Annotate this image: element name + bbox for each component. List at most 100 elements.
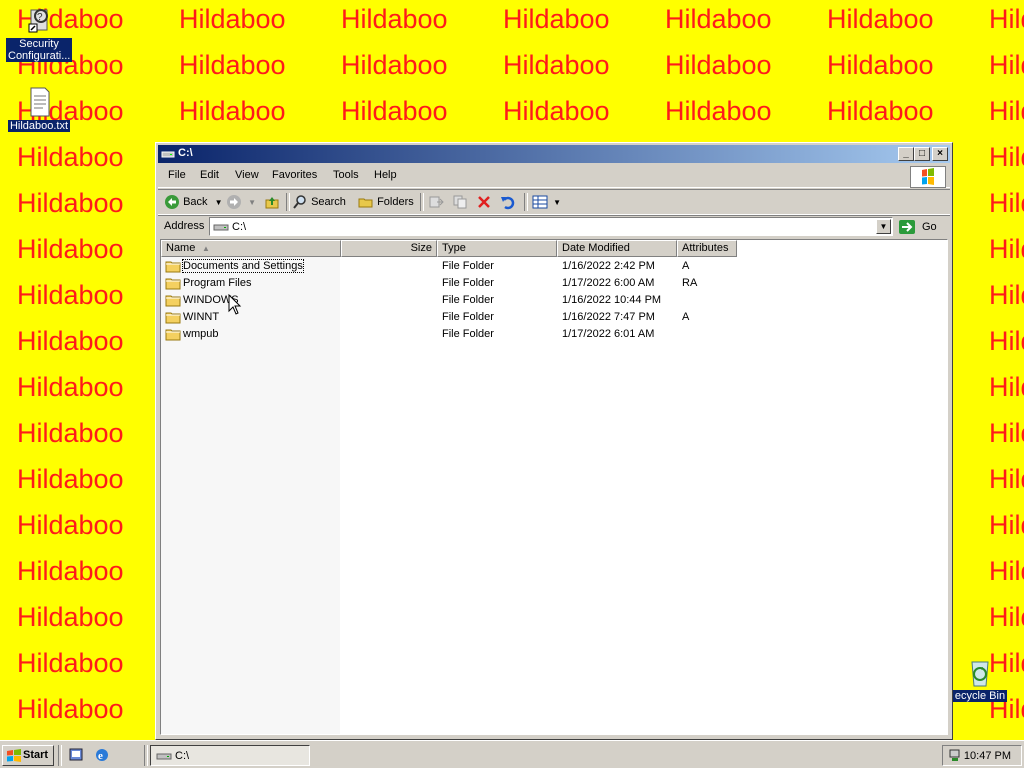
- taskbar: Start e C:\ 10:47 PM: [0, 740, 1024, 768]
- undo-icon: [501, 196, 515, 210]
- menu-help[interactable]: Help: [374, 169, 397, 181]
- wallpaper-text: Hildaboo: [17, 418, 124, 448]
- views-button[interactable]: ▼: [532, 193, 561, 211]
- folders-button[interactable]: Folders: [358, 193, 414, 211]
- menu-view[interactable]: View: [235, 169, 259, 181]
- file-date-modified: 1/16/2022 7:47 PM: [562, 311, 655, 323]
- file-type: File Folder: [442, 328, 494, 340]
- views-dropdown-icon[interactable]: ▼: [553, 198, 561, 207]
- menu-tools[interactable]: Tools: [333, 169, 359, 181]
- menu-edit[interactable]: Edit: [200, 169, 219, 181]
- file-date-modified: 1/17/2022 6:01 AM: [562, 328, 655, 340]
- folder-icon: [165, 278, 181, 290]
- search-button[interactable]: Search: [292, 193, 346, 211]
- file-name: Documents and Settings: [182, 259, 304, 273]
- file-name: Program Files: [183, 277, 252, 289]
- menu-bar: File Edit View Favorites Tools Help: [158, 165, 950, 188]
- wallpaper-text: Hildaboo: [827, 50, 934, 80]
- address-input[interactable]: C:\ ▼: [209, 217, 893, 236]
- clock[interactable]: 10:47 PM: [964, 750, 1011, 762]
- column-date-modified[interactable]: Date Modified: [557, 240, 677, 257]
- up-folder-button[interactable]: [264, 193, 280, 211]
- file-type: File Folder: [442, 260, 494, 272]
- menu-favorites[interactable]: Favorites: [272, 169, 317, 181]
- menu-file[interactable]: File: [168, 169, 186, 181]
- wallpaper-text: Hildaboo: [827, 4, 934, 34]
- search-icon: [293, 195, 306, 209]
- column-name[interactable]: Name ▲: [161, 240, 341, 257]
- undo-button[interactable]: [500, 193, 516, 211]
- desktop-icon-recycle-bin[interactable]: ecycle Bin: [950, 656, 1010, 702]
- folder-icon: [165, 261, 181, 273]
- wallpaper-text: Hildaboo: [989, 556, 1024, 586]
- desktop-icon-hildaboo-txt[interactable]: Hildaboo.txt: [3, 86, 75, 132]
- close-button[interactable]: ×: [932, 147, 948, 161]
- column-attributes[interactable]: Attributes: [677, 240, 737, 257]
- wallpaper-text: Hildaboo: [17, 556, 124, 586]
- windows-logo-icon: [910, 166, 946, 188]
- wallpaper-text: Hildaboo: [503, 96, 610, 126]
- file-row[interactable]: WINNT File Folder 1/16/2022 7:47 PM A: [161, 309, 947, 326]
- wallpaper-text: Hildaboo: [17, 510, 124, 540]
- delete-button[interactable]: [476, 193, 492, 211]
- file-list[interactable]: Name ▲ Size Type Date Modified Attribute…: [160, 239, 948, 735]
- quicklaunch-internet-explorer-icon[interactable]: e: [94, 747, 110, 766]
- move-to-icon: [429, 196, 444, 208]
- back-arrow-icon: [165, 195, 179, 210]
- wallpaper-text: Hildaboo: [17, 234, 124, 264]
- network-tray-icon[interactable]: [947, 747, 963, 763]
- window-title: C:\: [178, 147, 193, 159]
- wallpaper-text: Hildaboo: [989, 418, 1024, 448]
- column-size[interactable]: Size: [341, 240, 437, 257]
- wallpaper-text: Hildaboo: [989, 188, 1024, 218]
- back-button[interactable]: Back ▼: [164, 193, 223, 211]
- file-row[interactable]: WINDOWS File Folder 1/16/2022 10:44 PM: [161, 292, 947, 309]
- drive-icon: [161, 148, 175, 163]
- wallpaper-text: Hildaboo: [989, 234, 1024, 264]
- text-file-icon: [23, 86, 55, 118]
- move-to-button[interactable]: [428, 193, 444, 211]
- file-row[interactable]: Program Files File Folder 1/17/2022 6:00 A…: [161, 275, 947, 292]
- file-type: File Folder: [442, 294, 494, 306]
- mouse-cursor-icon: [228, 294, 242, 315]
- column-type[interactable]: Type: [437, 240, 557, 257]
- taskbar-button-c-drive[interactable]: C:\: [150, 745, 310, 766]
- wallpaper-text: Hildaboo: [17, 142, 124, 172]
- wallpaper-text: Hildaboo: [17, 464, 124, 494]
- file-row[interactable]: wmpub File Folder 1/17/2022 6:01 AM: [161, 326, 947, 343]
- wallpaper-text: Hildaboo: [989, 602, 1024, 632]
- folder-icon: [165, 295, 181, 307]
- address-dropdown-button[interactable]: ▼: [876, 219, 891, 234]
- file-type: File Folder: [442, 277, 494, 289]
- system-tray: 10:47 PM: [942, 745, 1022, 766]
- wallpaper-text: Hildaboo: [989, 372, 1024, 402]
- address-value: C:\: [232, 221, 247, 233]
- wallpaper-text: Hildaboo: [989, 96, 1024, 126]
- file-date-modified: 1/16/2022 2:42 PM: [562, 260, 655, 272]
- wallpaper-text: Hildaboo: [17, 694, 124, 724]
- go-button[interactable]: Go: [898, 218, 938, 236]
- wallpaper-text: Hildaboo: [179, 50, 286, 80]
- forward-dropdown-icon[interactable]: ▼: [248, 198, 256, 207]
- file-attributes: A: [682, 311, 690, 323]
- back-dropdown-icon[interactable]: ▼: [215, 198, 223, 207]
- maximize-button[interactable]: □: [914, 147, 930, 161]
- file-name: wmpub: [183, 328, 219, 340]
- wallpaper-text: Hildaboo: [989, 142, 1024, 172]
- wallpaper-text: Hildaboo: [341, 4, 448, 34]
- title-bar[interactable]: C:\ _ □ ×: [158, 145, 950, 163]
- file-row[interactable]: Documents and Settings File Folder 1/16/20…: [161, 258, 947, 275]
- windows-flag-icon: [7, 749, 21, 762]
- file-type: File Folder: [442, 311, 494, 323]
- quicklaunch-show-desktop-icon[interactable]: [68, 747, 84, 766]
- go-arrow-icon: [899, 220, 915, 234]
- wallpaper-text: Hildaboo: [989, 4, 1024, 34]
- start-button[interactable]: Start: [2, 745, 54, 766]
- forward-button[interactable]: ▼: [226, 193, 256, 211]
- views-icon: [532, 195, 548, 209]
- security-config-icon: ?: [23, 4, 55, 36]
- desktop-icon-security-config[interactable]: ? Security Configurati...: [3, 4, 75, 62]
- wallpaper-text: Hildaboo: [665, 4, 772, 34]
- minimize-button[interactable]: _: [898, 147, 914, 161]
- copy-to-button[interactable]: [452, 193, 468, 211]
